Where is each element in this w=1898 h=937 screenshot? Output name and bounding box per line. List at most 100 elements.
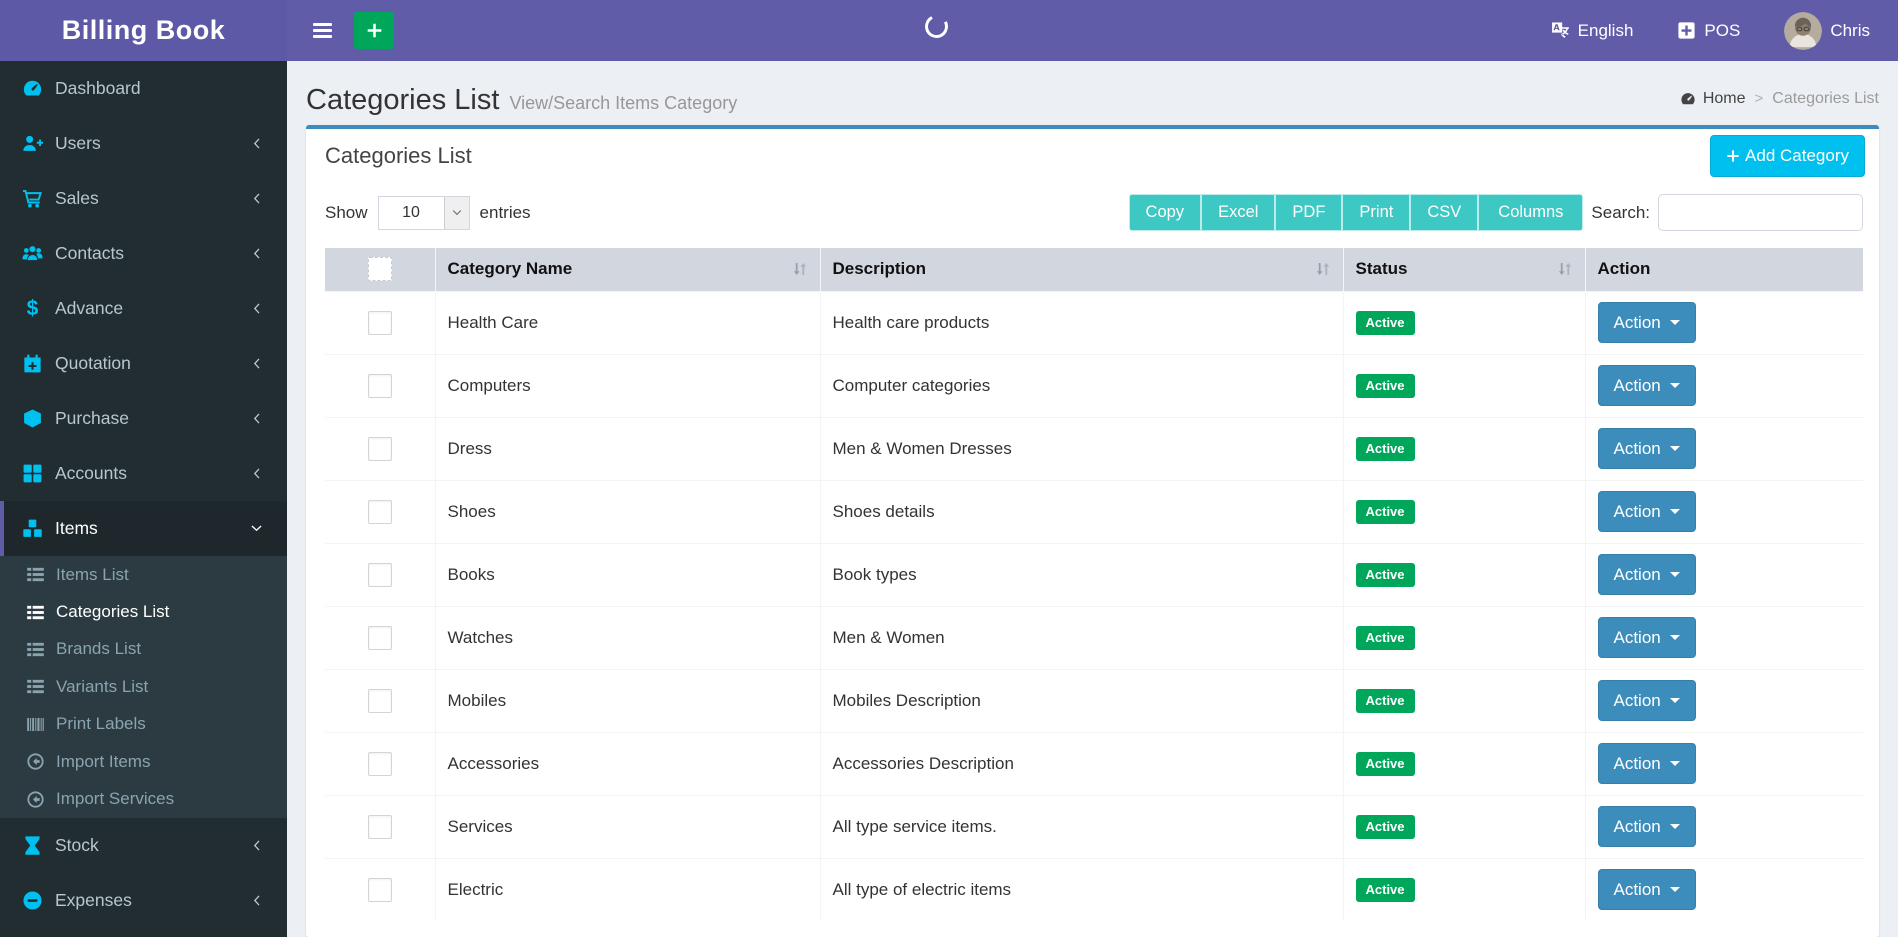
sidebar-item-accounts[interactable]: Accounts xyxy=(0,446,287,501)
breadcrumb-home-label: Home xyxy=(1703,90,1746,108)
sidebar-item-purchase[interactable]: Purchase xyxy=(0,391,287,446)
sidebar-subitem: Import Services xyxy=(0,780,287,817)
language-icon xyxy=(1551,21,1570,40)
row-checkbox[interactable] xyxy=(368,626,392,650)
select-all-header-cell[interactable] xyxy=(325,248,435,291)
row-action-button[interactable]: Action xyxy=(1598,743,1696,784)
row-checkbox[interactable] xyxy=(368,815,392,839)
checkbox-cell xyxy=(325,480,435,543)
row-action-button[interactable]: Action xyxy=(1598,617,1696,658)
sidebar-subitem-variants-list[interactable]: Variants List xyxy=(0,668,287,705)
sidebar-subitem-label: Categories List xyxy=(56,602,263,622)
row-checkbox[interactable] xyxy=(368,437,392,461)
sidebar-subitem-label: Import Items xyxy=(56,752,263,772)
row-checkbox[interactable] xyxy=(368,752,392,776)
row-checkbox[interactable] xyxy=(368,563,392,587)
breadcrumb-home-link[interactable]: Home xyxy=(1680,90,1746,108)
sidebar-subitem-categories-list[interactable]: Categories List xyxy=(0,593,287,630)
category-name-text: Electric xyxy=(448,880,504,899)
sidebar-item-label: Sales xyxy=(55,188,250,209)
select-all-checkbox[interactable] xyxy=(368,257,392,281)
sidebar-item-advance[interactable]: $Advance xyxy=(0,281,287,336)
chevron-left-icon xyxy=(250,839,263,852)
sidebar-item-quotation[interactable]: Quotation xyxy=(0,336,287,391)
sidebar-item-contacts[interactable]: Contacts xyxy=(0,226,287,281)
action-cell: Action xyxy=(1585,480,1863,543)
entries-select[interactable]: 10 xyxy=(378,196,470,230)
description-text: Book types xyxy=(833,565,917,584)
hamburger-icon[interactable] xyxy=(303,12,342,49)
sidebar-subitem-import-items[interactable]: Import Items xyxy=(0,743,287,780)
sort-icon[interactable] xyxy=(1315,261,1331,277)
list-icon xyxy=(26,640,45,659)
description-text: All type service items. xyxy=(833,817,997,836)
export-columns-button[interactable]: Columns xyxy=(1478,194,1583,231)
search-input[interactable] xyxy=(1658,194,1863,231)
category-name-cell: Books xyxy=(435,543,820,606)
row-action-button[interactable]: Action xyxy=(1598,806,1696,847)
dollar-icon: $ xyxy=(22,298,43,319)
pos-label: POS xyxy=(1704,21,1740,41)
table-row: ElectricAll type of electric itemsActive… xyxy=(325,858,1863,921)
row-action-button[interactable]: Action xyxy=(1598,554,1696,595)
action-button-label: Action xyxy=(1614,565,1661,585)
panel-body: Show 10 entries CopyExcelPDFPrintCSVColu… xyxy=(306,183,1879,921)
category-name-text: Books xyxy=(448,565,495,584)
sort-icon[interactable] xyxy=(792,261,808,277)
row-checkbox[interactable] xyxy=(368,374,392,398)
sidebar-subitem-print-labels[interactable]: Print Labels xyxy=(0,706,287,743)
description-text: Accessories Description xyxy=(833,754,1014,773)
row-action-button[interactable]: Action xyxy=(1598,680,1696,721)
export-copy-button[interactable]: Copy xyxy=(1129,194,1202,231)
breadcrumb-separator xyxy=(1755,90,1764,108)
export-pdf-button[interactable]: PDF xyxy=(1275,194,1342,231)
row-checkbox[interactable] xyxy=(368,878,392,902)
table-row: ComputersComputer categoriesActiveAction xyxy=(325,354,1863,417)
row-checkbox[interactable] xyxy=(368,689,392,713)
row-action-button[interactable]: Action xyxy=(1598,302,1696,343)
contacts-icon xyxy=(22,243,43,264)
table-row: ShoesShoes detailsActiveAction xyxy=(325,480,1863,543)
sidebar-item-users[interactable]: Users xyxy=(0,116,287,171)
header-description[interactable]: Description xyxy=(820,248,1343,291)
row-action-button[interactable]: Action xyxy=(1598,365,1696,406)
action-button-label: Action xyxy=(1614,691,1661,711)
row-action-button[interactable]: Action xyxy=(1598,491,1696,532)
export-csv-button[interactable]: CSV xyxy=(1410,194,1478,231)
row-action-button[interactable]: Action xyxy=(1598,869,1696,910)
caret-down-icon xyxy=(1670,635,1680,640)
category-name-cell: Shoes xyxy=(435,480,820,543)
sort-icon[interactable] xyxy=(1557,261,1573,277)
sidebar-item-dashboard[interactable]: Dashboard xyxy=(0,61,287,116)
action-button-label: Action xyxy=(1614,502,1661,522)
table-row: AccessoriesAccessories DescriptionActive… xyxy=(325,732,1863,795)
sidebar-subitem-brands-list[interactable]: Brands List xyxy=(0,631,287,668)
row-checkbox[interactable] xyxy=(368,311,392,335)
sidebar-item-stock[interactable]: Stock xyxy=(0,818,287,873)
sidebar-subitem-items-list[interactable]: Items List xyxy=(0,556,287,593)
sidebar-item-sales[interactable]: Sales xyxy=(0,171,287,226)
row-checkbox[interactable] xyxy=(368,500,392,524)
main-content: Categories ListView/Search Items Categor… xyxy=(287,61,1898,937)
quick-add-button[interactable] xyxy=(354,12,394,49)
entries-length-control: Show 10 entries xyxy=(325,196,531,230)
pos-button[interactable]: POS xyxy=(1677,21,1740,41)
breadcrumb: Home Categories List xyxy=(1680,90,1879,108)
status-badge: Active xyxy=(1356,374,1415,398)
header-status[interactable]: Status xyxy=(1343,248,1585,291)
user-menu[interactable]: Chris xyxy=(1784,12,1870,50)
sidebar-item-expenses[interactable]: Expenses xyxy=(0,873,287,928)
sidebar-item-items[interactable]: Items xyxy=(0,501,287,556)
row-action-button[interactable]: Action xyxy=(1598,428,1696,469)
sidebar-subitem-import-services[interactable]: Import Services xyxy=(0,780,287,817)
export-excel-button[interactable]: Excel xyxy=(1201,194,1275,231)
app-logo[interactable]: Billing Book xyxy=(0,0,287,61)
language-menu[interactable]: English xyxy=(1551,21,1634,41)
add-category-button[interactable]: Add Category xyxy=(1710,135,1865,177)
header-category-name[interactable]: Category Name xyxy=(435,248,820,291)
caret-down-icon xyxy=(1670,887,1680,892)
status-badge: Active xyxy=(1356,752,1415,776)
sidebar-item: Sales xyxy=(0,171,287,226)
status-cell: Active xyxy=(1343,795,1585,858)
export-print-button[interactable]: Print xyxy=(1342,194,1410,231)
